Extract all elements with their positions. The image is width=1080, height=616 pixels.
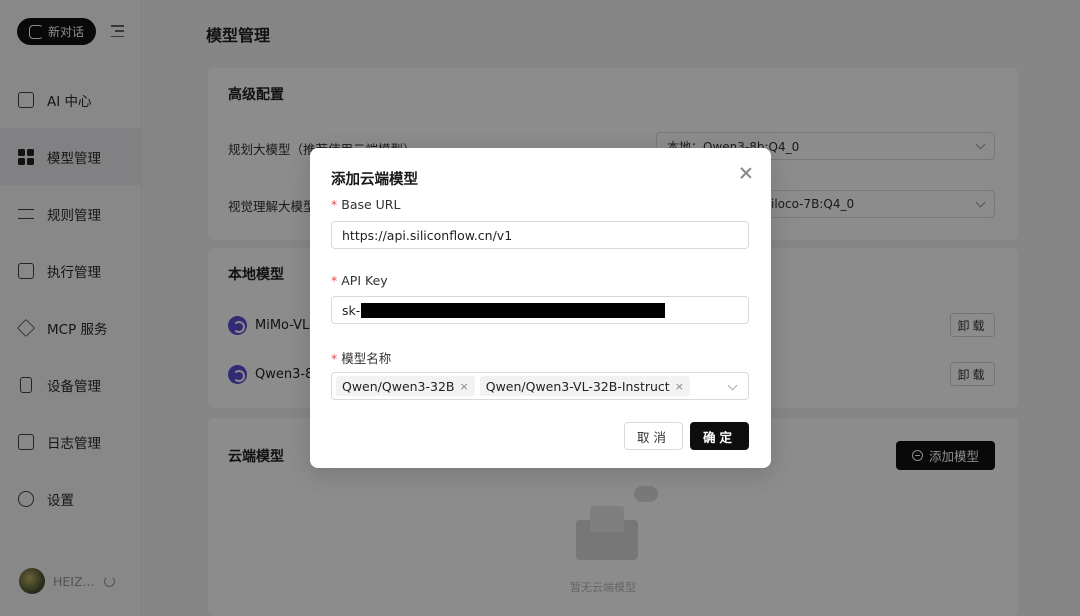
model-tag: Qwen/Qwen3-VL-32B-Instruct × [479, 376, 690, 396]
api-key-label: * API Key [331, 273, 388, 288]
chevron-down-icon [727, 380, 738, 391]
close-icon[interactable] [739, 166, 753, 180]
base-url-label: * Base URL [331, 197, 401, 212]
redacted-api-key [361, 302, 666, 318]
add-cloud-model-dialog: 添加云端模型 * Base URL https://api.siliconflow… [310, 148, 771, 468]
cancel-button[interactable]: 取消 [624, 422, 683, 450]
api-key-input[interactable]: sk- [331, 296, 749, 324]
model-name-select[interactable]: Qwen/Qwen3-32B × Qwen/Qwen3-VL-32B-Instru… [331, 372, 749, 400]
model-tag: Qwen/Qwen3-32B × [336, 376, 475, 396]
model-name-label: * 模型名称 [331, 351, 392, 366]
base-url-input[interactable]: https://api.siliconflow.cn/v1 [331, 221, 749, 249]
confirm-button[interactable]: 确定 [690, 422, 749, 450]
remove-tag-icon[interactable]: × [460, 380, 469, 393]
api-key-prefix: sk- [342, 302, 361, 318]
base-url-value: https://api.siliconflow.cn/v1 [342, 227, 513, 243]
dialog-title: 添加云端模型 [331, 172, 418, 188]
remove-tag-icon[interactable]: × [675, 380, 684, 393]
